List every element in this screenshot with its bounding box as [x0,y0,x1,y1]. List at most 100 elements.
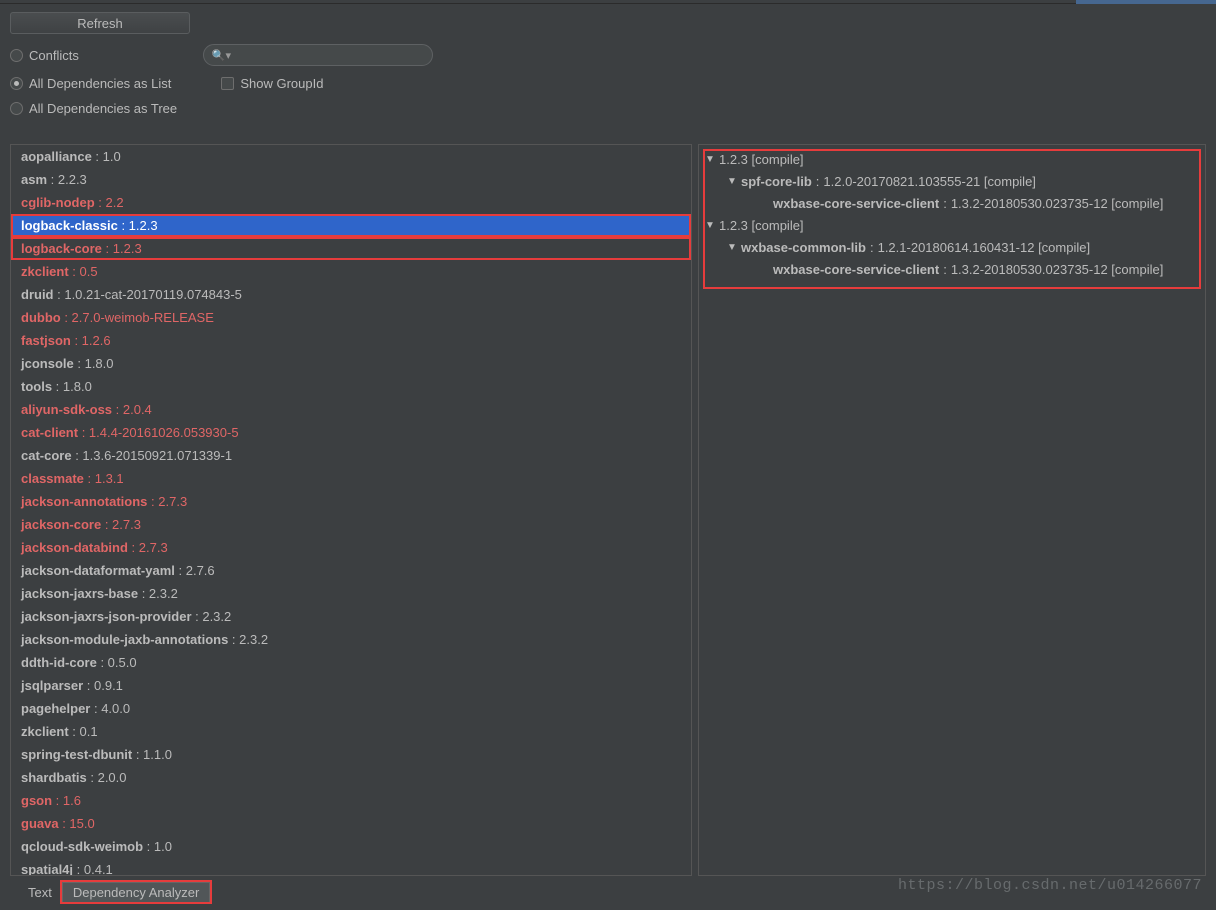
tree-expand-icon[interactable]: ▼ [727,173,737,191]
dependency-name: jackson-module-jaxb-annotations [21,632,228,647]
dependency-list-item[interactable]: pagehelper : 4.0.0 [11,697,691,720]
dependency-list-item[interactable]: tools : 1.8.0 [11,375,691,398]
tree-node-version: 1.2.0-20170821.103555-21 [compile] [823,173,1036,191]
dependency-name: guava [21,816,59,831]
dependency-list-item[interactable]: dubbo : 2.7.0-weimob-RELEASE [11,306,691,329]
tree-row[interactable]: ▼1.2.3 [compile] [699,215,1205,237]
dependency-name: classmate [21,471,84,486]
dependency-list-item[interactable]: shardbatis : 2.0.0 [11,766,691,789]
dependency-version: : 1.3.6-20150921.071339-1 [72,448,232,463]
tree-node-version: 1.3.2-20180530.023735-12 [compile] [951,195,1164,213]
dependency-list-item[interactable]: spring-test-dbunit : 1.1.0 [11,743,691,766]
tree-expand-icon[interactable]: ▼ [705,217,715,235]
tree-expand-icon[interactable]: ▼ [727,239,737,257]
tree-row[interactable]: wxbase-core-service-client : 1.3.2-20180… [699,259,1205,281]
radio-all-list-label: All Dependencies as List [29,76,171,91]
watermark-text: https://blog.csdn.net/u014266077 [898,877,1202,894]
dependency-list-item[interactable]: gson : 1.6 [11,789,691,812]
refresh-button[interactable]: Refresh [10,12,190,34]
dependency-list-item[interactable]: cat-client : 1.4.4-20161026.053930-5 [11,421,691,444]
dependency-tree-panel[interactable]: ▼1.2.3 [compile]▼spf-core-lib : 1.2.0-20… [698,144,1206,876]
tree-row[interactable]: ▼spf-core-lib : 1.2.0-20170821.103555-21… [699,171,1205,193]
checkbox-show-groupid[interactable]: Show GroupId [221,76,323,91]
dependency-version: : 1.1.0 [132,747,172,762]
bottom-tabs: Text Dependency Analyzer [18,882,210,902]
radio-dot-icon [10,77,23,90]
panels: aopalliance : 1.0asm : 2.2.3cglib-nodep … [10,144,1206,876]
radio-dot-icon [10,102,23,115]
dependency-list-item[interactable]: spatial4j : 0.4.1 [11,858,691,876]
search-field[interactable] [234,48,424,62]
radio-all-tree[interactable]: All Dependencies as Tree [10,101,177,116]
tree-row[interactable]: wxbase-core-service-client : 1.3.2-20180… [699,193,1205,215]
dependency-name: logback-core [21,241,102,256]
dependency-name: ddth-id-core [21,655,97,670]
dependency-list-item[interactable]: cglib-nodep : 2.2 [11,191,691,214]
dependency-version: : 2.3.2 [138,586,178,601]
dependency-version: : 1.6 [52,793,81,808]
dependency-list-item[interactable]: jackson-module-jaxb-annotations : 2.3.2 [11,628,691,651]
dependency-name: jackson-dataformat-yaml [21,563,175,578]
dependency-list-item[interactable]: jackson-core : 2.7.3 [11,513,691,536]
dependency-version: : 0.1 [69,724,98,739]
dependency-list-item[interactable]: jsqlparser : 0.9.1 [11,674,691,697]
radio-conflicts[interactable]: Conflicts [10,48,79,63]
dependency-version: : 1.8.0 [52,379,92,394]
dependency-version: : 1.0 [92,149,121,164]
dependency-name: cat-core [21,448,72,463]
dependency-list-item[interactable]: druid : 1.0.21-cat-20170119.074843-5 [11,283,691,306]
dependency-name: tools [21,379,52,394]
dependency-version: : 2.7.3 [128,540,168,555]
dependency-list-item[interactable]: zkclient : 0.1 [11,720,691,743]
dependency-name: asm [21,172,47,187]
radio-all-list[interactable]: All Dependencies as List [10,76,171,91]
dependency-name: cat-client [21,425,78,440]
dependency-name: fastjson [21,333,71,348]
dependency-list-item[interactable]: jackson-jaxrs-base : 2.3.2 [11,582,691,605]
dependency-list-item[interactable]: cat-core : 1.3.6-20150921.071339-1 [11,444,691,467]
dependency-version: : 2.7.3 [101,517,141,532]
tab-dependency-analyzer[interactable]: Dependency Analyzer [62,882,210,902]
dependency-version: : 2.7.6 [175,563,215,578]
dependency-list-item[interactable]: jackson-annotations : 2.7.3 [11,490,691,513]
dependency-name: pagehelper [21,701,90,716]
dependency-list-item[interactable]: jackson-dataformat-yaml : 2.7.6 [11,559,691,582]
radio-dot-icon [10,49,23,62]
search-input[interactable]: 🔍▾ [203,44,433,66]
dependency-list-item[interactable]: jconsole : 1.8.0 [11,352,691,375]
dependency-version: : 0.5 [69,264,98,279]
dependency-list-item[interactable]: logback-core : 1.2.3 [11,237,691,260]
dependency-name: zkclient [21,724,69,739]
dependency-list-item[interactable]: aopalliance : 1.0 [11,145,691,168]
dependency-list-item[interactable]: classmate : 1.3.1 [11,467,691,490]
dependency-list-item[interactable]: guava : 15.0 [11,812,691,835]
tree-node-name: wxbase-core-service-client [773,261,939,279]
dependency-list-item[interactable]: zkclient : 0.5 [11,260,691,283]
dependency-version: : 0.4.1 [73,862,113,876]
dependency-name: dubbo [21,310,61,325]
dependency-name: jconsole [21,356,74,371]
tree-node-version: 1.2.3 [compile] [719,151,804,169]
dependency-name: cglib-nodep [21,195,95,210]
dependency-version: : 1.2.3 [118,218,158,233]
tree-row[interactable]: ▼1.2.3 [compile] [699,149,1205,171]
dependency-list-item[interactable]: ddth-id-core : 0.5.0 [11,651,691,674]
dependency-list-item[interactable]: jackson-jaxrs-json-provider : 2.3.2 [11,605,691,628]
tree-expand-icon[interactable]: ▼ [705,151,715,169]
dependency-version: : 1.2.3 [102,241,142,256]
refresh-label: Refresh [77,16,123,31]
dependency-version: : 1.3.1 [84,471,124,486]
dependency-name: jackson-databind [21,540,128,555]
tree-sep: : [943,261,947,279]
dependency-list-item[interactable]: asm : 2.2.3 [11,168,691,191]
dependency-list-item[interactable]: qcloud-sdk-weimob : 1.0 [11,835,691,858]
tree-node-version: 1.2.1-20180614.160431-12 [compile] [878,239,1091,257]
dependency-list-panel[interactable]: aopalliance : 1.0asm : 2.2.3cglib-nodep … [10,144,692,876]
right-tab-accent [1076,0,1216,4]
dependency-list-item[interactable]: fastjson : 1.2.6 [11,329,691,352]
tab-text[interactable]: Text [18,883,62,902]
dependency-list-item[interactable]: jackson-databind : 2.7.3 [11,536,691,559]
dependency-list-item[interactable]: logback-classic : 1.2.3 [11,214,691,237]
dependency-list-item[interactable]: aliyun-sdk-oss : 2.0.4 [11,398,691,421]
tree-row[interactable]: ▼wxbase-common-lib : 1.2.1-20180614.1604… [699,237,1205,259]
